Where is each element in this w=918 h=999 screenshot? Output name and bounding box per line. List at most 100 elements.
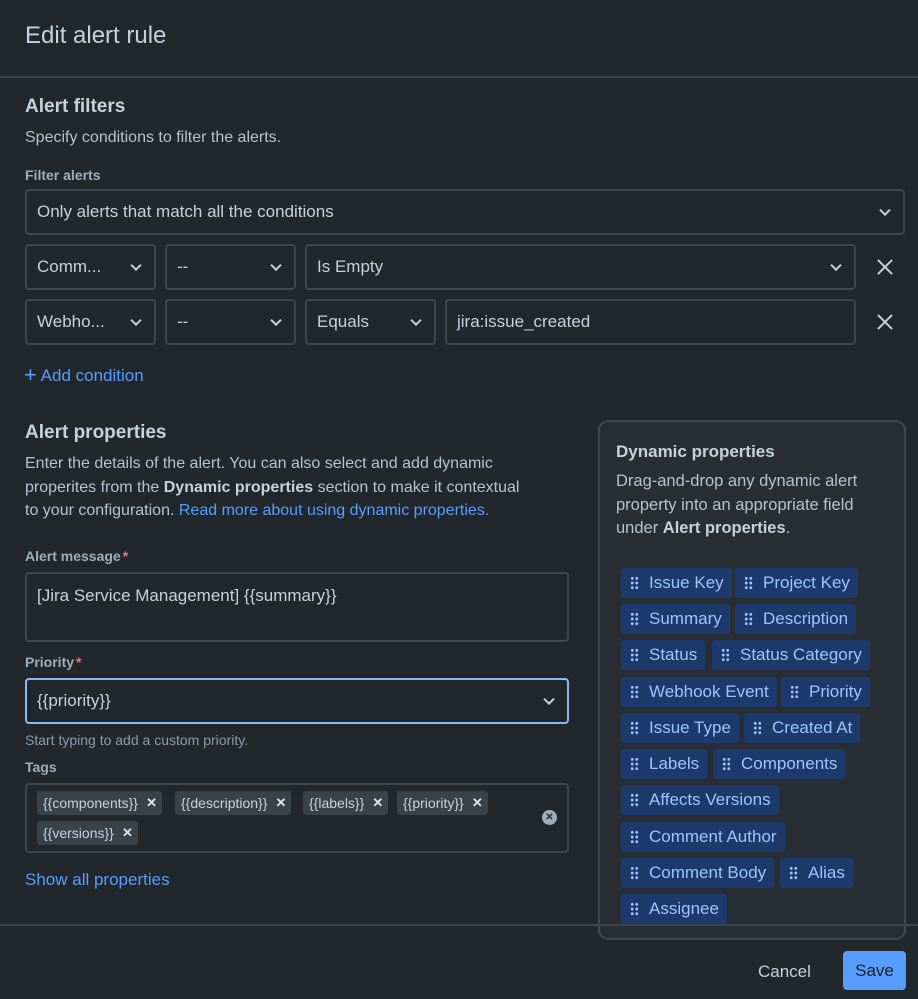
dynamic-chip-issue-type[interactable]: Issue Type (621, 713, 739, 743)
condition-1-subfield-value: -- (177, 257, 189, 276)
dynamic-properties-description: Drag-and-drop any dynamic alert property… (616, 472, 858, 537)
alert-message-label: Alert message * (25, 548, 129, 564)
dynamic-chip-comment-author[interactable]: Comment Author (621, 822, 785, 852)
tag-chip[interactable]: {{priority}} ✕ (397, 791, 488, 815)
chevron-down-icon (830, 259, 842, 272)
condition-2-value-text: jira:issue_created (457, 312, 591, 331)
drag-handle-icon (630, 685, 639, 699)
drag-handle-icon (722, 757, 731, 771)
drag-handle-icon (721, 648, 730, 662)
tag-chip[interactable]: {{description}} ✕ (175, 791, 292, 815)
read-more-link[interactable]: Read more about using dynamic properties… (179, 502, 489, 519)
dynamic-chip-project-key[interactable]: Project Key (735, 568, 858, 598)
dynamic-chip-created-at[interactable]: Created At (744, 713, 861, 743)
dynamic-chip-alias[interactable]: Alias (780, 858, 853, 888)
drag-handle-icon (789, 866, 798, 880)
dynamic-chip-issue-key[interactable]: Issue Key (621, 568, 732, 598)
drag-handle-icon (630, 648, 639, 662)
dynamic-chip-labels[interactable]: Labels (621, 749, 708, 779)
remove-tag-icon[interactable]: ✕ (472, 791, 483, 815)
chevron-down-icon (879, 204, 891, 217)
alert-filters-heading: Alert filters (25, 96, 126, 117)
condition-2-operator-select[interactable]: Equals (305, 299, 436, 345)
cancel-button[interactable]: Cancel (758, 962, 811, 982)
chevron-down-icon (270, 259, 282, 272)
remove-condition-2-button[interactable] (873, 310, 897, 334)
filter-alerts-label: Filter alerts (25, 167, 101, 183)
add-condition-label: Add condition (40, 366, 144, 385)
drag-handle-icon (630, 902, 639, 916)
drag-handle-icon (630, 576, 639, 590)
drag-handle-icon (630, 612, 639, 626)
remove-tag-icon[interactable]: ✕ (372, 791, 383, 815)
filter-mode-value: Only alerts that match all the condition… (37, 202, 334, 221)
dynamic-chip-status[interactable]: Status (621, 640, 706, 670)
tags-input[interactable]: {{components}} ✕ {{description}} ✕ {{label… (25, 783, 569, 853)
drag-handle-icon (744, 612, 753, 626)
priority-label: Priority * (25, 654, 82, 670)
condition-2-subfield-select[interactable]: -- (165, 299, 296, 345)
dynamic-chip-webhook-event[interactable]: Webhook Event (621, 677, 777, 707)
chevron-down-icon (410, 314, 422, 327)
dynamic-properties-heading: Dynamic properties (616, 442, 775, 461)
clear-tags-icon[interactable]: ✕ (542, 810, 557, 825)
alert-message-value: [Jira Service Management] {{summary}} (37, 586, 337, 605)
remove-tag-icon[interactable]: ✕ (276, 791, 287, 815)
condition-1-field-select[interactable]: Comm... (25, 244, 156, 290)
dynamic-chip-assignee[interactable]: Assignee (621, 894, 727, 924)
dialog-footer: Cancel Save (0, 924, 918, 999)
desc-line-1: Enter the details of the alert. You can … (25, 455, 493, 472)
tag-chip[interactable]: {{versions}} ✕ (37, 821, 138, 845)
priority-value: {{priority}} (37, 691, 111, 710)
save-button[interactable]: Save (843, 951, 906, 990)
tag-chip[interactable]: {{components}} ✕ (37, 791, 162, 815)
drag-handle-icon (744, 576, 753, 590)
chevron-down-icon (543, 693, 555, 706)
dynamic-chip-summary[interactable]: Summary (621, 604, 730, 634)
drag-handle-icon (630, 830, 639, 844)
alert-properties-description: Enter the details of the alert. You can … (25, 452, 585, 523)
dialog-header: Edit alert rule (0, 0, 918, 78)
condition-1-field-value: Comm... (37, 257, 102, 276)
plus-icon: + (24, 362, 37, 387)
drag-handle-icon (753, 721, 762, 735)
drag-handle-icon (630, 721, 639, 735)
priority-input[interactable]: {{priority}} (25, 678, 569, 724)
dynamic-chip-priority[interactable]: Priority (781, 677, 870, 707)
dynamic-chip-affects-versions[interactable]: Affects Versions (621, 785, 779, 815)
remove-condition-1-button[interactable] (873, 255, 897, 279)
chevron-down-icon (130, 259, 142, 272)
condition-2-field-value: Webho... (37, 312, 105, 331)
tag-chip[interactable]: {{labels}} ✕ (303, 791, 389, 815)
add-condition-button[interactable]: + Add condition (24, 361, 144, 387)
condition-1-operator-value: Is Empty (317, 257, 384, 276)
dynamic-chip-status-category[interactable]: Status Category (712, 640, 870, 670)
alert-filters-description: Specify conditions to filter the alerts. (25, 129, 282, 146)
alert-properties-heading: Alert properties (25, 422, 167, 443)
priority-hint: Start typing to add a custom priority. (25, 732, 249, 748)
dynamic-chip-description[interactable]: Description (735, 604, 857, 634)
drag-handle-icon (630, 793, 639, 807)
filter-mode-select[interactable]: Only alerts that match all the condition… (25, 189, 905, 235)
chevron-down-icon (270, 314, 282, 327)
dynamic-chip-components[interactable]: Components (713, 749, 846, 779)
tags-label: Tags (25, 759, 57, 775)
desc-line-2: properites from the Dynamic properties s… (25, 478, 520, 496)
condition-1-operator-select[interactable]: Is Empty (305, 244, 856, 290)
drag-handle-icon (630, 866, 639, 880)
condition-2-operator-value: Equals (317, 312, 369, 331)
alert-message-input[interactable]: [Jira Service Management] {{summary}} (25, 572, 569, 642)
dialog-title: Edit alert rule (25, 22, 167, 49)
condition-2-subfield-value: -- (177, 312, 189, 331)
remove-tag-icon[interactable]: ✕ (146, 791, 157, 815)
remove-tag-icon[interactable]: ✕ (122, 821, 133, 845)
dynamic-chip-comment-body[interactable]: Comment Body (621, 858, 775, 888)
condition-1-subfield-select[interactable]: -- (165, 244, 296, 290)
chevron-down-icon (130, 314, 142, 327)
desc-line-3: to your configuration. Read more about u… (25, 502, 490, 519)
condition-2-value-input[interactable]: jira:issue_created (445, 299, 856, 345)
condition-2-field-select[interactable]: Webho... (25, 299, 156, 345)
drag-handle-icon (630, 757, 639, 771)
drag-handle-icon (790, 685, 799, 699)
show-all-properties-link[interactable]: Show all properties (25, 870, 170, 890)
